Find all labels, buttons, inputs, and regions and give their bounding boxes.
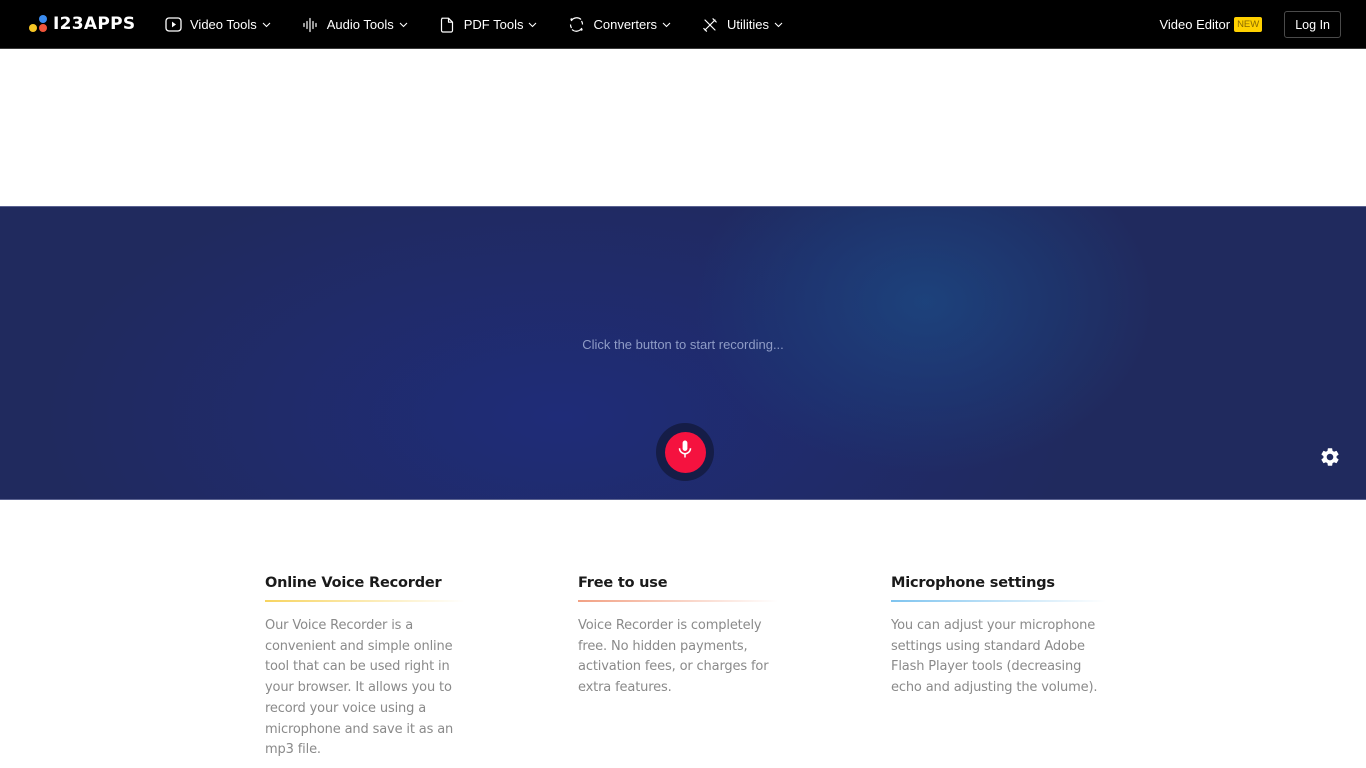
info-card-text: Our Voice Recorder is a convenient and s…	[265, 618, 454, 758]
info-card-text: You can adjust your microphone settings …	[891, 618, 1098, 696]
info-card-text: Voice Recorder is completely free. No hi…	[578, 618, 769, 696]
nav-label: Video Tools	[190, 17, 257, 32]
title-underline	[891, 600, 1106, 602]
title-underline	[265, 600, 465, 602]
chevron-down-icon	[399, 20, 408, 29]
gear-icon	[1319, 448, 1341, 472]
chevron-down-icon	[662, 20, 671, 29]
document-icon	[438, 16, 456, 34]
nav-label: Converters	[593, 17, 658, 32]
play-icon	[164, 16, 182, 34]
video-editor-label: Video Editor	[1159, 17, 1231, 32]
main-nav: Video Tools Audio Tools PDF Tools Conver…	[164, 0, 813, 49]
top-navigation-bar: I23APPS Video Tools Audio Tools PDF Tool…	[0, 0, 1366, 49]
chevron-down-icon	[262, 20, 271, 29]
info-card-title: Online Voice Recorder	[265, 575, 442, 591]
waveform-icon	[301, 16, 319, 34]
ad-space	[0, 50, 1366, 206]
settings-button[interactable]	[1319, 446, 1341, 468]
nav-video-tools[interactable]: Video Tools	[164, 0, 271, 49]
info-card-title: Microphone settings	[891, 575, 1055, 591]
record-button-inner	[664, 431, 706, 473]
record-button[interactable]	[656, 423, 714, 481]
nav-label: PDF Tools	[463, 17, 524, 32]
nav-label: Audio Tools	[326, 17, 394, 32]
chevron-down-icon	[774, 20, 783, 29]
nav-label: Utilities	[727, 17, 769, 32]
logo[interactable]: I23APPS	[29, 14, 135, 34]
video-editor-link[interactable]: Video Editor NEW	[1159, 17, 1263, 32]
recording-status-text: Click the button to start recording...	[582, 337, 784, 352]
new-badge: NEW	[1234, 17, 1263, 32]
info-card-microphone-settings: Microphone settings You can adjust your …	[891, 572, 1111, 699]
nav-audio-tools[interactable]: Audio Tools	[301, 0, 408, 49]
nav-converters[interactable]: Converters	[567, 0, 671, 49]
nav-pdf-tools[interactable]: PDF Tools	[438, 0, 538, 49]
recorder-panel: Click the button to start recording...	[0, 206, 1366, 500]
info-card-free-to-use: Free to use Voice Recorder is completely…	[578, 572, 778, 699]
chevron-down-icon	[528, 20, 537, 29]
info-card-online-voice-recorder: Online Voice Recorder Our Voice Recorder…	[265, 572, 465, 761]
logo-text: I23APPS	[53, 14, 136, 34]
microphone-icon	[678, 440, 692, 464]
tools-icon	[701, 16, 719, 34]
login-button[interactable]: Log In	[1284, 11, 1341, 38]
nav-utilities[interactable]: Utilities	[701, 0, 783, 49]
logo-icon	[29, 15, 48, 33]
title-underline	[578, 600, 778, 602]
header-right: Video Editor NEW Log In	[1159, 0, 1341, 49]
convert-icon	[567, 16, 585, 34]
info-card-title: Free to use	[578, 575, 668, 591]
